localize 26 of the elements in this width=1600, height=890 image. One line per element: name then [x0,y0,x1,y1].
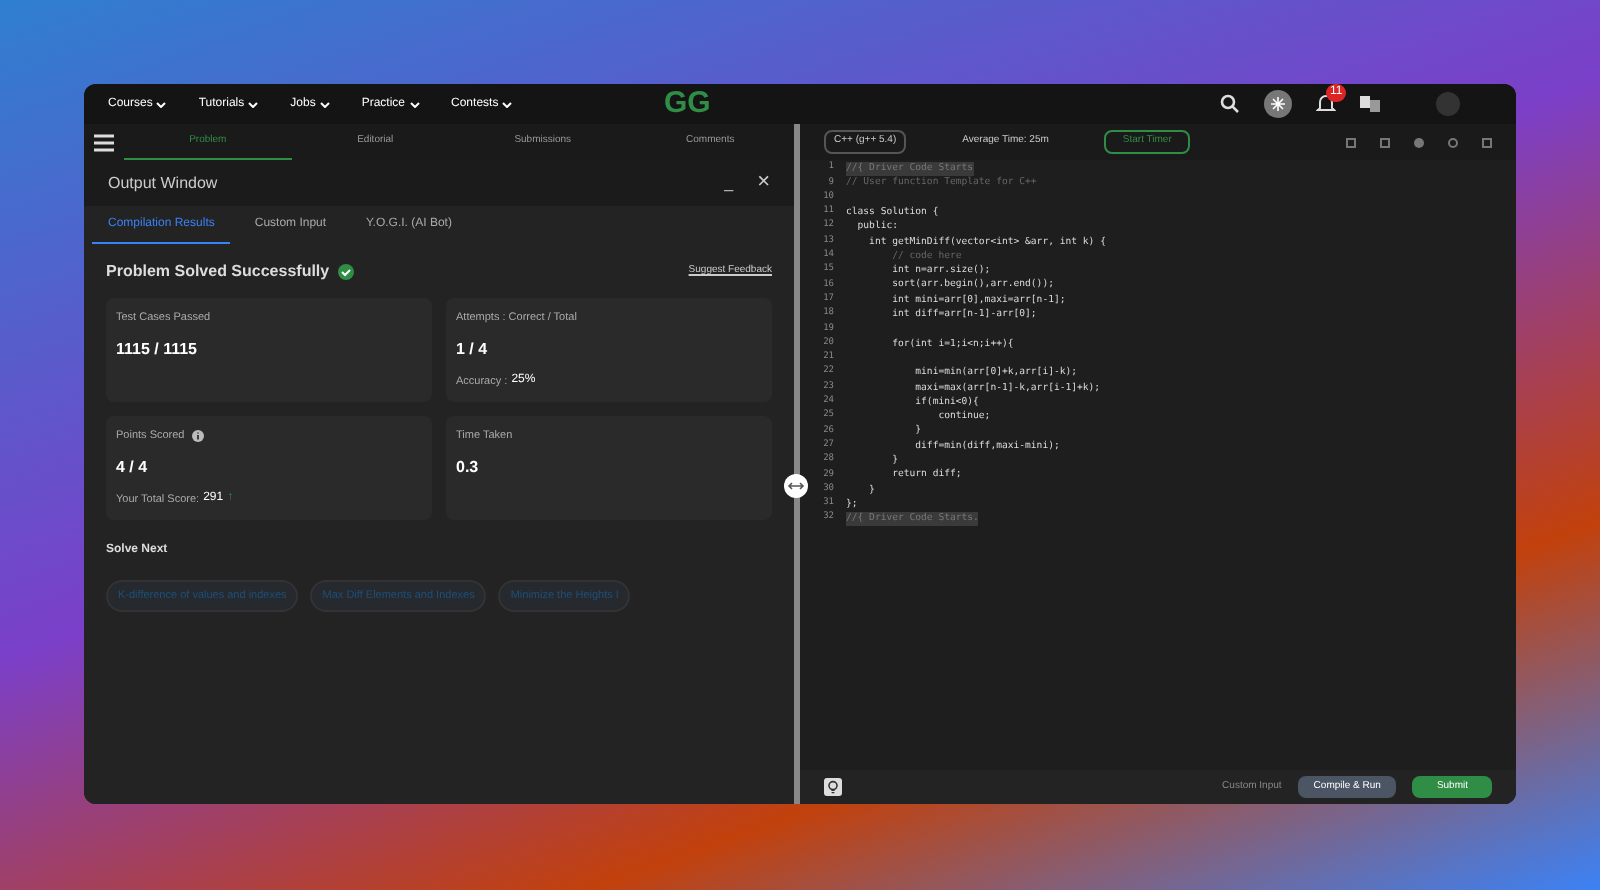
editor-tool-icon[interactable] [1380,137,1390,147]
caret-icon [248,101,259,107]
caret-icon [409,101,420,107]
close-button[interactable]: × [757,166,770,200]
translate-icon[interactable] [1360,94,1380,114]
minimize-button[interactable]: _ [724,171,734,195]
card-value: 1 / 4 [456,338,490,363]
caret-icon [156,101,167,107]
output-window-title: Output Window [108,171,220,195]
card-value: 1115 / 1115 [116,338,199,363]
status-text: Problem Solved Successfully [106,260,330,284]
bulb-icon[interactable] [824,778,842,796]
theme-toggle-icon[interactable] [1264,90,1292,118]
card-value: 0.3 [456,456,481,481]
editor-tool-icon[interactable] [1346,137,1356,147]
search-icon[interactable] [1220,94,1240,114]
card-value: 4 / 4 [116,456,150,481]
caret-icon [502,101,513,107]
caret-icon [319,101,330,107]
menu-icon[interactable] [94,133,114,151]
editor-tool-icon[interactable] [1414,137,1424,147]
site-logo[interactable]: GG [664,84,1220,127]
check-circle-icon [337,264,354,280]
editor-tool-icon[interactable] [1448,137,1458,147]
bell-icon[interactable] [1316,94,1336,114]
editor-tool-icon[interactable] [1482,137,1492,147]
